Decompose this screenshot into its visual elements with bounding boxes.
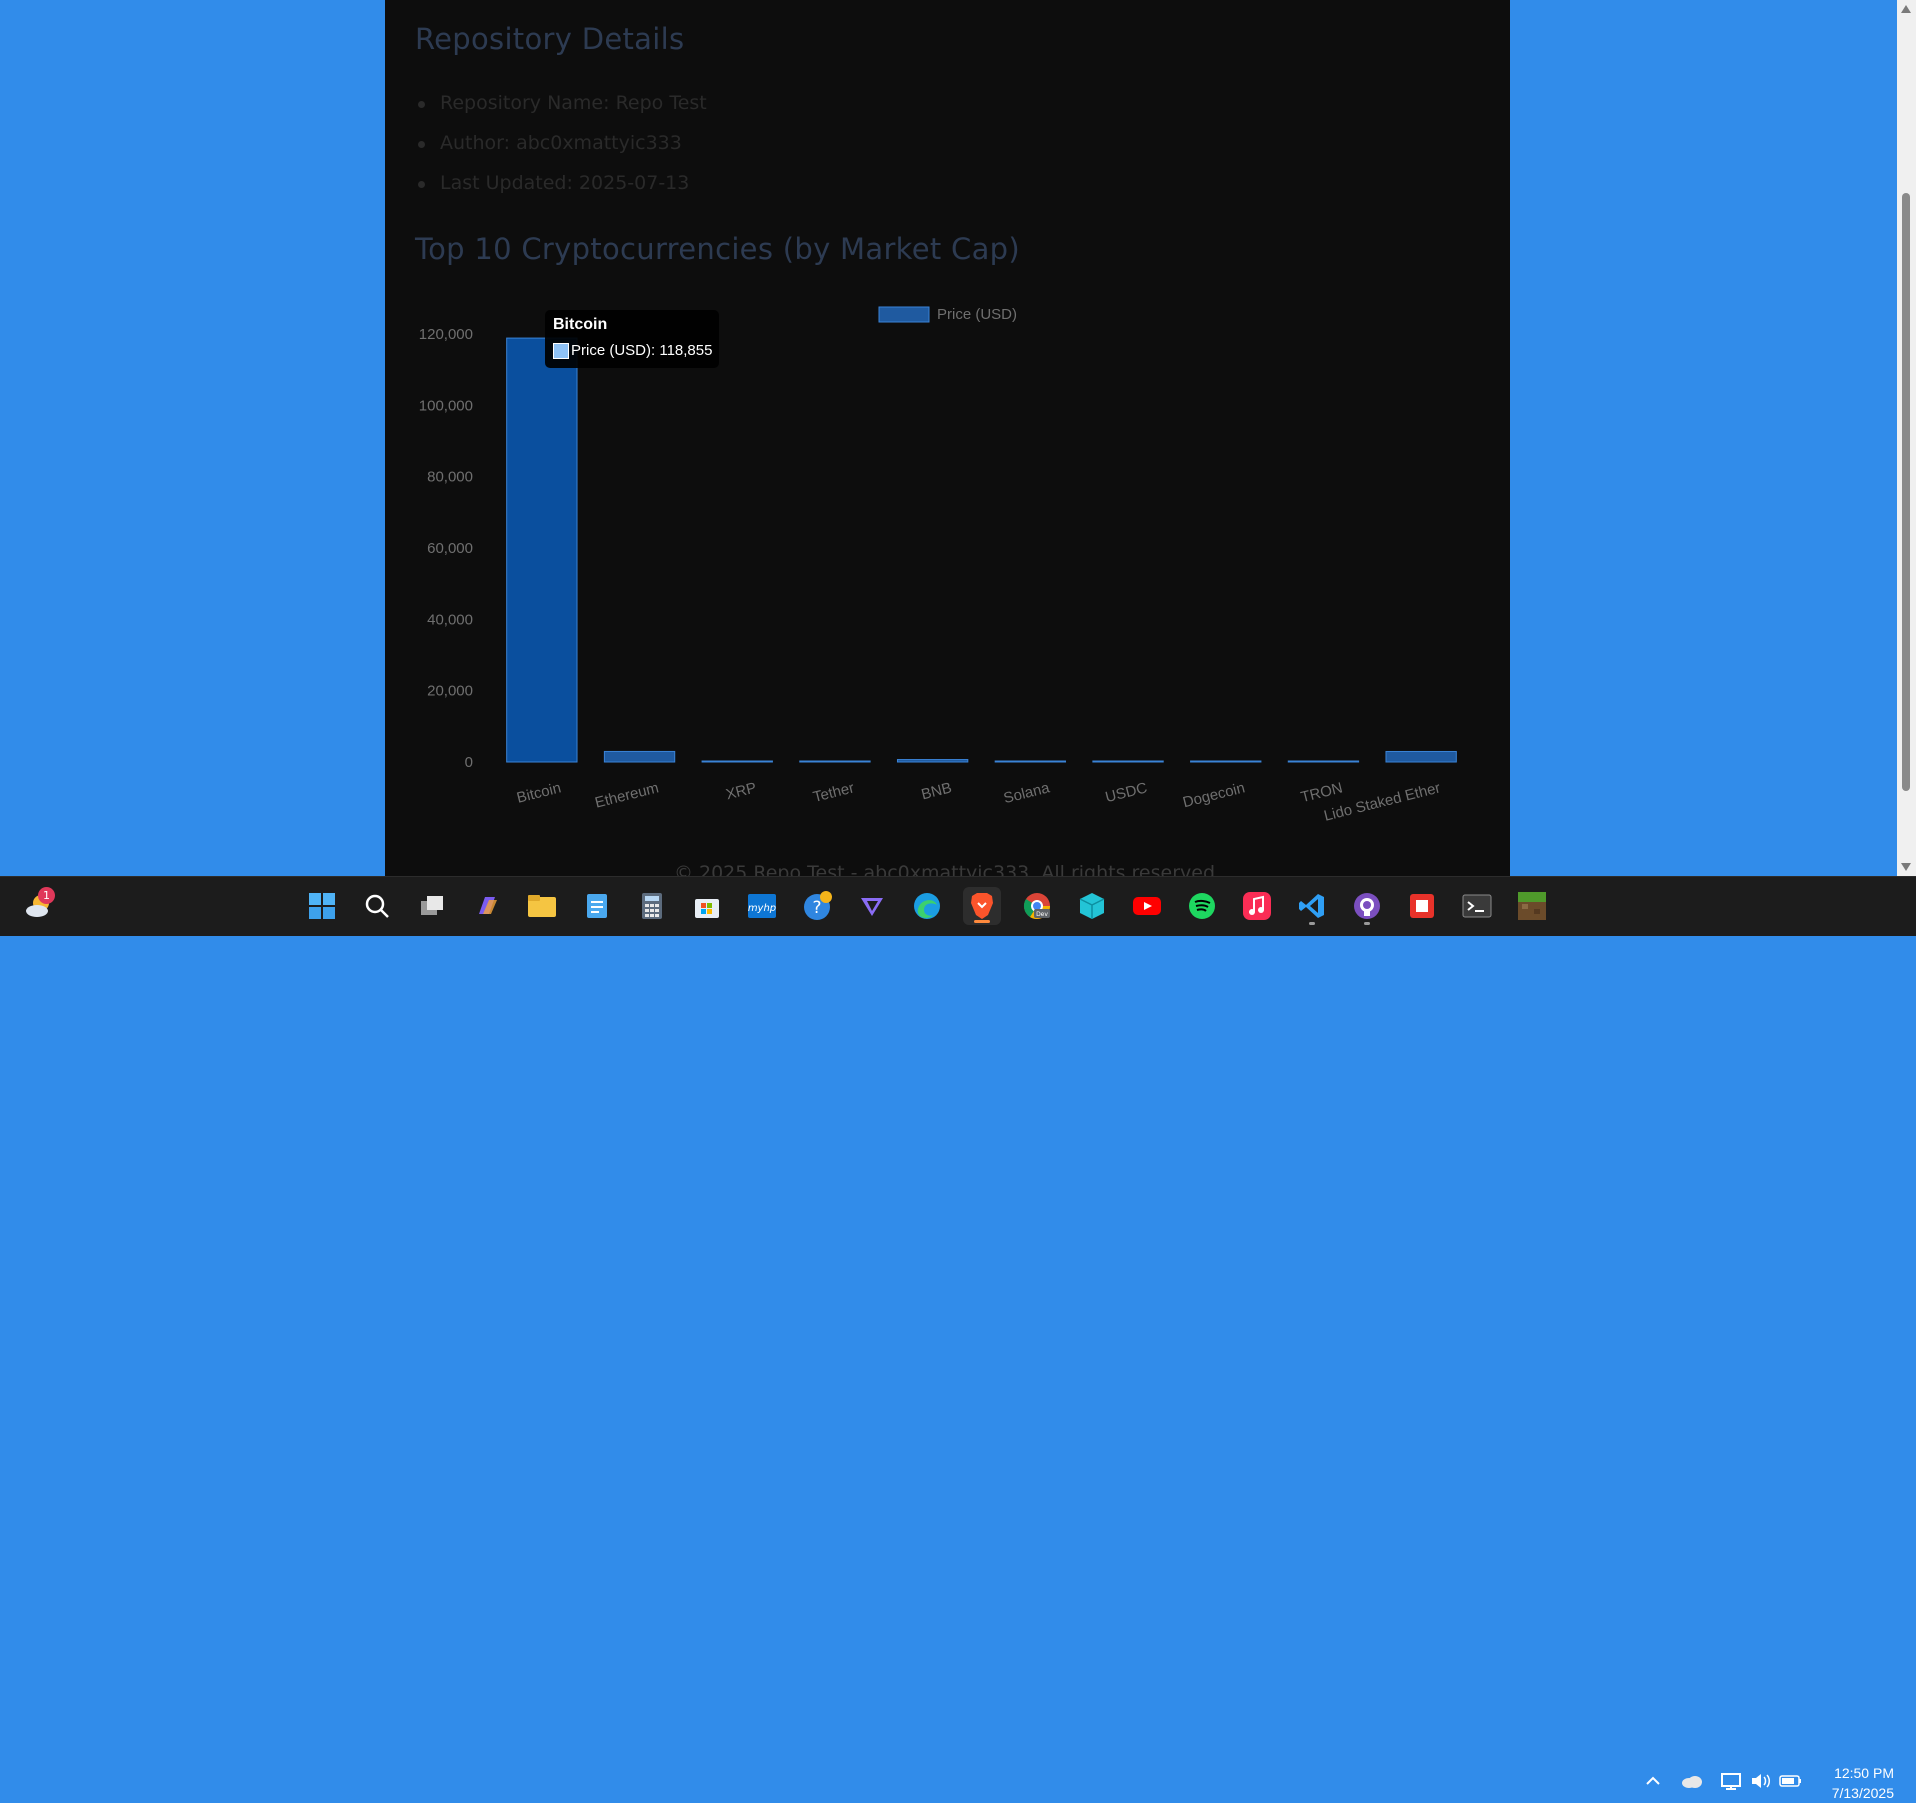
notepad-icon[interactable] — [578, 887, 616, 925]
svg-text:myhp: myhp — [748, 903, 776, 914]
y-tick-label: 100,000 — [419, 397, 473, 414]
apple-music-icon[interactable] — [1238, 887, 1276, 925]
crypto-bar-chart[interactable]: 0 20,000 40,000 60,000 80,000 100,000 120,000 P… — [385, 290, 1510, 830]
bar-tether — [799, 760, 871, 763]
myhp-icon[interactable]: myhp — [743, 887, 781, 925]
y-tick-label: 0 — [465, 754, 473, 771]
x-tick-label: Bitcoin — [515, 779, 563, 806]
minecraft-icon[interactable] — [1513, 887, 1551, 925]
sandbox-cube-icon[interactable] — [1073, 887, 1111, 925]
repo-author-item: Author: abc0xmattyic333 — [415, 128, 707, 168]
scroll-down-arrow-icon[interactable] — [1901, 863, 1911, 871]
copilot-icon[interactable] — [468, 887, 506, 925]
onedrive-cloud-icon[interactable] — [1680, 1769, 1704, 1793]
svg-text:Dev: Dev — [1036, 911, 1048, 918]
terminal-icon[interactable] — [1458, 887, 1496, 925]
youtube-icon[interactable] — [1128, 887, 1166, 925]
tooltip-label: Price (USD): 118,855 — [571, 342, 713, 359]
repo-name-item: Repository Name: Repo Test — [415, 88, 707, 128]
y-tick-label: 60,000 — [427, 540, 473, 557]
bar-solana — [994, 760, 1067, 763]
bar-lido-staked-ether — [1385, 750, 1457, 763]
x-tick-label: Tether — [811, 779, 856, 806]
bar-ethereum — [603, 750, 676, 763]
task-view-icon[interactable] — [413, 887, 451, 925]
bar-tron — [1287, 760, 1360, 763]
y-tick-label: 40,000 — [427, 611, 473, 628]
x-tick-label: USDC — [1104, 779, 1150, 806]
chart-tooltip: Bitcoin Price (USD): 118,855 — [545, 310, 719, 368]
clock-time: 12:50 PM — [1834, 1765, 1894, 1781]
legend-swatch — [878, 306, 930, 323]
get-help-icon[interactable]: ? — [798, 887, 836, 925]
microsoft-store-icon[interactable] — [688, 887, 726, 925]
repository-details-list: Repository Name: Repo Test Author: abc0x… — [415, 88, 707, 208]
x-tick-label: Solana — [1002, 779, 1052, 807]
vertical-scrollbar[interactable] — [1897, 0, 1916, 876]
x-tick-label: XRP — [724, 779, 758, 803]
legend-label: Price (USD) — [937, 306, 1017, 323]
web-page: Repository Details Repository Name: Repo… — [385, 0, 1510, 876]
crypto-chart-heading: Top 10 Cryptocurrencies (by Market Cap) — [415, 232, 1020, 266]
running-app-dot — [1364, 922, 1370, 925]
show-hidden-icons-chevron-icon[interactable] — [1641, 1769, 1665, 1793]
bar-dogecoin — [1190, 760, 1262, 763]
y-tick-label: 120,000 — [419, 326, 473, 343]
chrome-dev-icon[interactable]: Dev — [1018, 887, 1056, 925]
bar-bitcoin — [506, 337, 578, 763]
tooltip-title: Bitcoin — [553, 316, 608, 333]
proton-vpn-icon[interactable] — [853, 887, 891, 925]
vscode-icon[interactable] — [1293, 887, 1331, 925]
weather-notification-badge: 1 — [38, 887, 55, 904]
search-icon[interactable] — [358, 887, 396, 925]
x-tick-label: BNB — [920, 779, 954, 803]
page-footer: © 2025 Repo Test - abc0xmattyic333. All … — [673, 862, 1222, 876]
y-tick-label: 20,000 — [427, 683, 473, 700]
spotify-icon[interactable] — [1183, 887, 1221, 925]
repository-details-heading: Repository Details — [415, 22, 685, 56]
brave-browser-icon[interactable] — [963, 887, 1001, 925]
network-icon[interactable] — [1720, 1769, 1744, 1793]
y-tick-label: 80,000 — [427, 469, 473, 486]
system-clock[interactable]: 12:50 PM 7/13/2025 — [1832, 1763, 1894, 1803]
active-app-indicator — [974, 920, 990, 923]
bar-bnb — [896, 759, 969, 763]
edge-browser-icon[interactable] — [908, 887, 946, 925]
taskbar: myhp ? Dev 12:50 PM 7/13/2025 — [0, 876, 1916, 1801]
calculator-icon[interactable] — [633, 887, 671, 925]
bar-xrp — [701, 760, 773, 763]
x-tick-label: Dogecoin — [1181, 779, 1247, 811]
svg-text:?: ? — [812, 898, 821, 918]
running-app-dot — [1309, 922, 1315, 925]
repo-updated-item: Last Updated: 2025-07-13 — [415, 168, 707, 208]
office-app-icon[interactable] — [1403, 887, 1441, 925]
x-tick-label: TRON — [1299, 779, 1344, 806]
bar-usdc — [1092, 760, 1164, 763]
clock-date: 7/13/2025 — [1831, 1785, 1894, 1801]
battery-icon[interactable] — [1779, 1769, 1803, 1793]
file-explorer-icon[interactable] — [523, 887, 561, 925]
tooltip-swatch — [553, 343, 569, 359]
start-windows-icon[interactable] — [303, 887, 341, 925]
volume-icon[interactable] — [1749, 1769, 1773, 1793]
x-tick-label: Ethereum — [593, 779, 660, 811]
scroll-up-arrow-icon[interactable] — [1901, 5, 1911, 13]
scroll-thumb[interactable] — [1902, 193, 1910, 791]
github-desktop-icon[interactable] — [1348, 887, 1386, 925]
